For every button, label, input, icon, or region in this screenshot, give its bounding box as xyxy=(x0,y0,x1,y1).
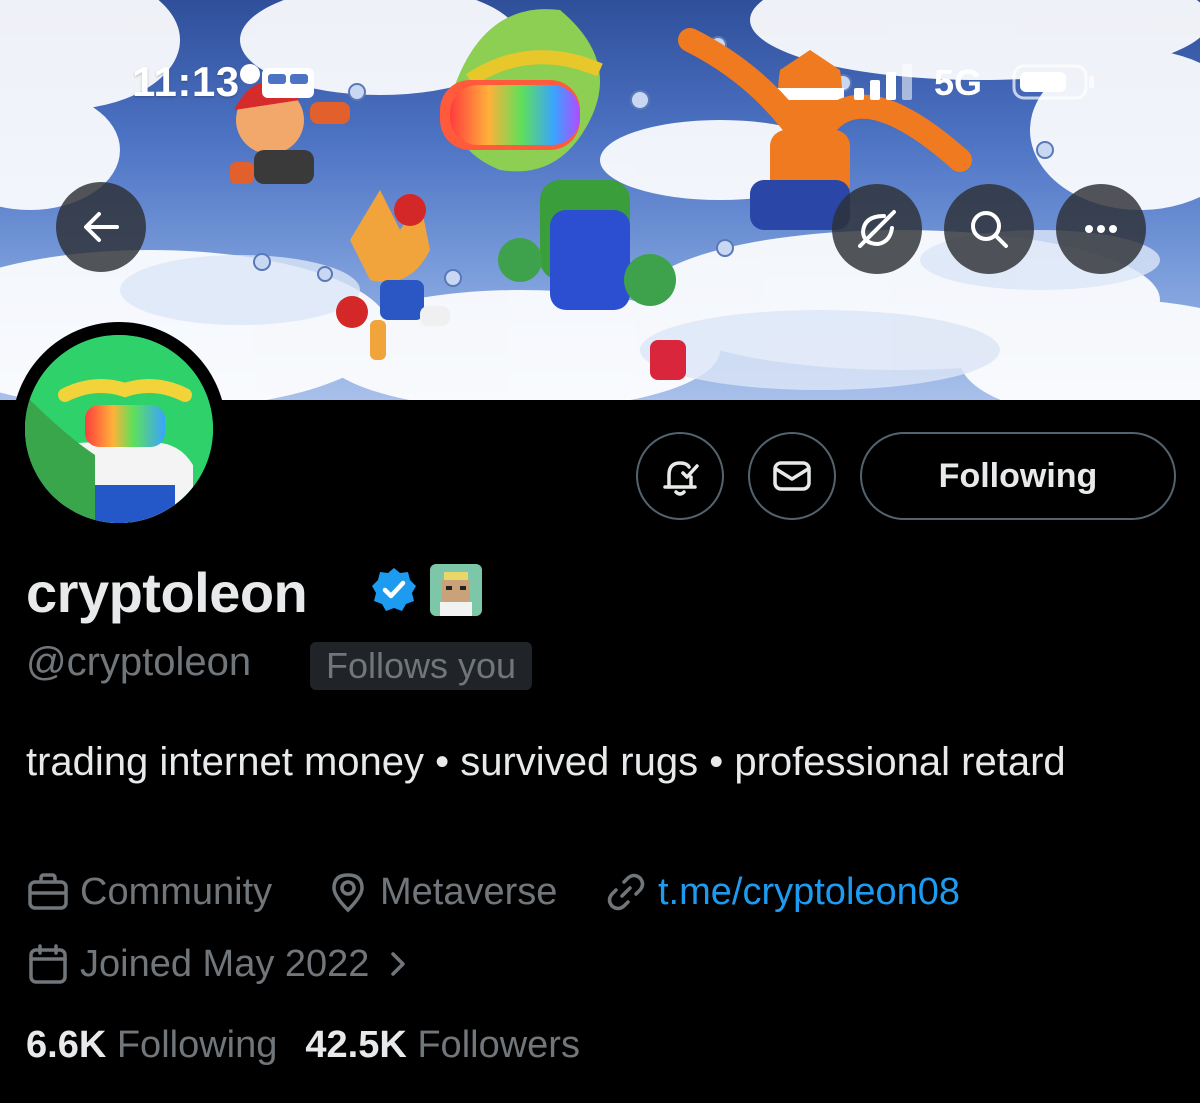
profile-joined[interactable]: Joined May 2022 xyxy=(26,942,423,986)
following-stat-label: Following xyxy=(116,1024,278,1066)
website-link[interactable]: t.me/cryptoleon08 xyxy=(658,871,960,914)
more-button[interactable] xyxy=(1056,184,1146,274)
calendar-icon xyxy=(29,944,67,984)
profile-website[interactable]: t.me/cryptoleon08 xyxy=(604,870,960,914)
profile-category: Community xyxy=(26,870,272,914)
chevron-right-icon xyxy=(391,952,406,976)
link-icon xyxy=(607,873,645,911)
notifications-button[interactable] xyxy=(636,432,724,520)
location-label: Metaverse xyxy=(380,870,558,913)
display-name: cryptoleon xyxy=(26,561,308,624)
message-button[interactable] xyxy=(748,432,836,520)
grok-icon xyxy=(858,210,896,248)
handle: @cryptoleon xyxy=(26,640,252,684)
briefcase-icon xyxy=(28,873,68,910)
following-count: 6.6K xyxy=(26,1024,107,1066)
avatar-illustration xyxy=(25,335,213,523)
search-icon xyxy=(971,211,1008,248)
avatar xyxy=(25,335,213,523)
sleep-mode-icon xyxy=(262,68,314,98)
status-time: 11:13 xyxy=(132,58,240,105)
verified-badge-icon[interactable] xyxy=(370,566,418,614)
back-button[interactable] xyxy=(56,182,146,272)
followers-stat-label: Followers xyxy=(417,1024,580,1066)
bell-check-icon xyxy=(663,461,699,496)
battery-icon xyxy=(1012,64,1094,100)
following-button[interactable]: Following xyxy=(860,432,1176,520)
followers-stat[interactable]: 42.5K Followers xyxy=(305,1024,580,1066)
network-label: 5G xyxy=(934,62,983,103)
profile-banner[interactable]: 11:13 5G xyxy=(0,0,1200,400)
profile-location: Metaverse xyxy=(326,870,557,914)
search-button[interactable] xyxy=(944,184,1034,274)
avatar-frame[interactable] xyxy=(12,322,226,536)
follows-you-badge: Follows you xyxy=(310,642,533,690)
grok-button[interactable] xyxy=(832,184,922,274)
follow-stats: 6.6K Following 42.5K Followers xyxy=(26,1024,580,1067)
location-pin-icon xyxy=(332,873,364,913)
following-stat[interactable]: 6.6K Following xyxy=(26,1024,277,1066)
arrow-left-icon xyxy=(84,212,119,242)
joined-label: Joined May 2022 xyxy=(80,942,370,985)
category-label: Community xyxy=(80,870,273,913)
followers-count: 42.5K xyxy=(305,1024,407,1066)
signal-icon xyxy=(854,64,912,100)
more-horizontal-icon xyxy=(1085,225,1117,233)
affiliate-badge-icon[interactable] xyxy=(428,562,484,618)
envelope-icon xyxy=(773,461,811,491)
bio: trading internet money • survived rugs •… xyxy=(26,740,1066,784)
